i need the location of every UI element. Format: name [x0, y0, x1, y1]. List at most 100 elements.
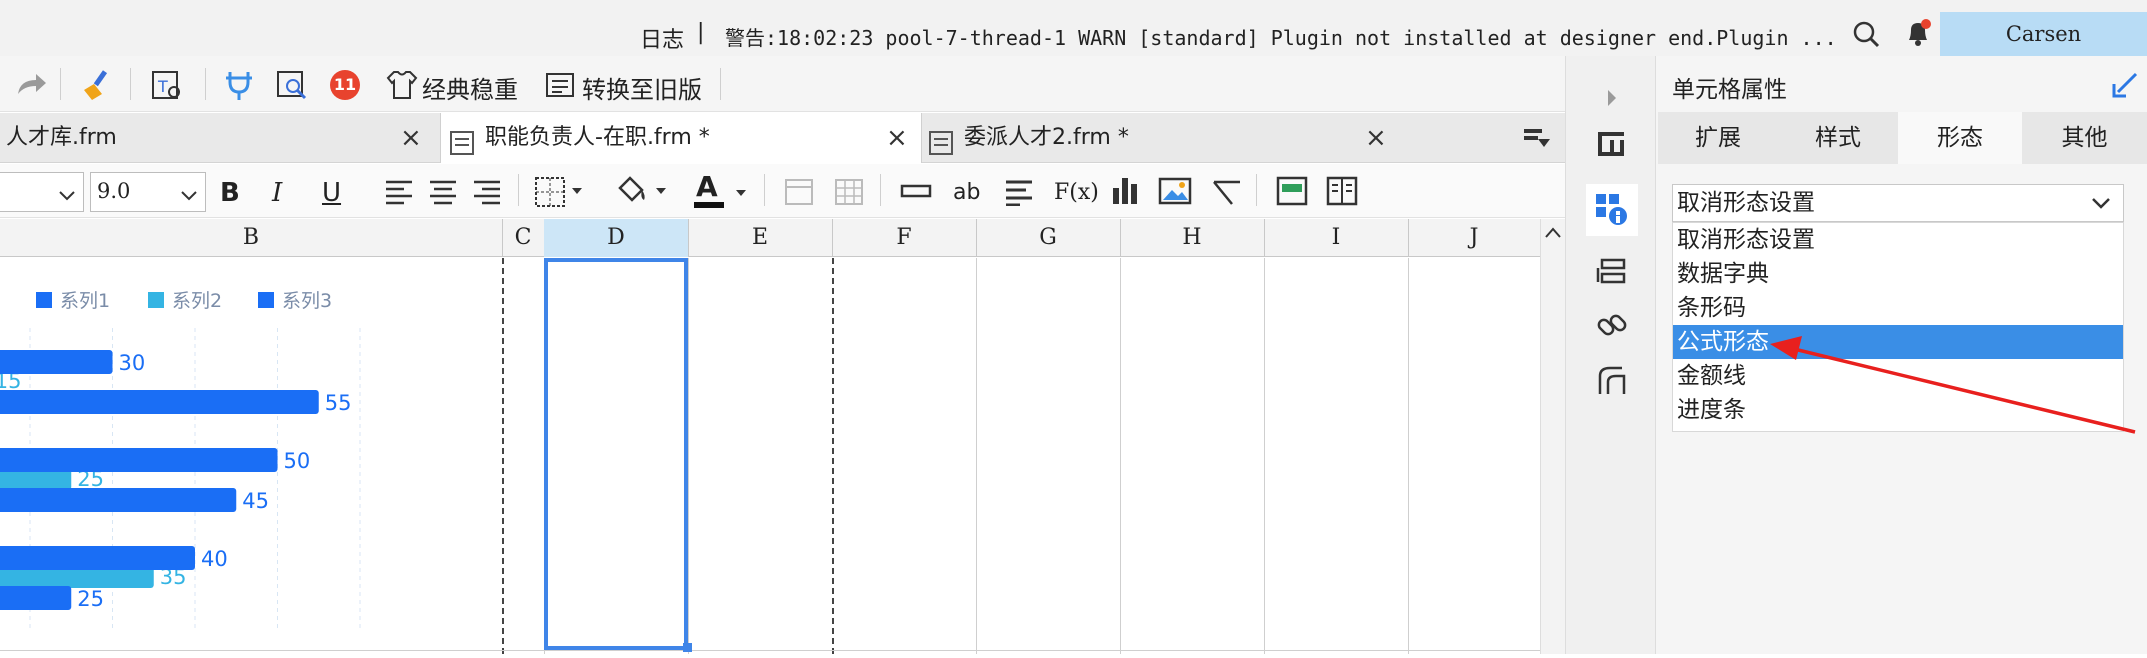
column-header-j[interactable]: J: [1408, 219, 1540, 257]
close-icon[interactable]: ×: [886, 113, 908, 163]
toolbar-divider: [880, 174, 881, 206]
font-family-select[interactable]: [0, 172, 84, 212]
file-tab-bar: 人才库.frm × 职能负责人-在职.frm * × 委派人才2.frm * ×: [0, 113, 1565, 163]
italic-button[interactable]: I: [272, 178, 282, 208]
insert-slash-icon[interactable]: [1210, 176, 1244, 210]
insert-formula-button[interactable]: F(x): [1054, 180, 1099, 205]
convert-to-old-label[interactable]: 转换至旧版: [582, 70, 702, 105]
chevron-down-icon: [179, 181, 199, 217]
warning-message[interactable]: 警告:18:02:23 pool-7-thread-1 WARN [standa…: [725, 22, 1837, 51]
hyperlink-icon[interactable]: [1594, 308, 1630, 344]
close-icon[interactable]: ×: [1365, 113, 1387, 163]
log-title[interactable]: 日志: [640, 22, 684, 54]
column-header-e[interactable]: E: [688, 219, 833, 257]
update-count-badge[interactable]: 11: [330, 70, 360, 100]
fill-color-icon[interactable]: [614, 174, 670, 212]
border-icon[interactable]: [534, 176, 586, 212]
align-right-icon[interactable]: [472, 178, 502, 210]
template-preview-icon[interactable]: T: [150, 68, 184, 102]
font-size-select[interactable]: 9.0: [90, 172, 206, 212]
toolbar-divider: [130, 68, 131, 100]
grid-line: [1120, 258, 1121, 654]
chart-bar: [0, 350, 113, 374]
insert-text-field-icon[interactable]: [900, 180, 932, 208]
widget-settings-icon[interactable]: [1594, 254, 1630, 290]
column-header-c[interactable]: C: [502, 219, 545, 257]
sub-report-icon[interactable]: [1276, 176, 1308, 210]
align-center-icon[interactable]: [428, 178, 458, 210]
search-icon[interactable]: [1852, 20, 1880, 48]
clipped-top-strip: [170, 0, 1470, 6]
legend-swatch: [36, 292, 52, 308]
underline-button[interactable]: U: [322, 178, 341, 208]
insert-chart-icon[interactable]: [1110, 176, 1142, 210]
data-label: 50: [284, 449, 311, 473]
search-template-icon[interactable]: [275, 68, 309, 102]
form-type-select[interactable]: 取消形态设置: [1672, 184, 2124, 222]
grid-line: [1408, 258, 1409, 654]
column-header-f[interactable]: F: [832, 219, 977, 257]
tab-weipai[interactable]: 委派人才2.frm * ×: [920, 113, 1400, 163]
column-header-g[interactable]: G: [976, 219, 1121, 257]
column-header-h[interactable]: H: [1120, 219, 1265, 257]
selected-cell-d[interactable]: [544, 258, 688, 650]
align-left-icon[interactable]: [384, 178, 414, 210]
tab-form[interactable]: 形态: [1898, 112, 2023, 164]
legend-label: 系列1: [60, 290, 110, 312]
insert-text-button[interactable]: ab: [953, 180, 980, 205]
column-header-i[interactable]: I: [1264, 219, 1409, 257]
column-header-row: B C D E F G H I J: [0, 219, 1565, 257]
freeze-pane-icon[interactable]: [784, 178, 814, 210]
cell-element-icon[interactable]: [1594, 126, 1630, 162]
grid-line: [1264, 258, 1265, 654]
format-painter-icon[interactable]: [80, 68, 114, 102]
tab-style[interactable]: 样式: [1778, 112, 1899, 164]
report-file-icon: [449, 125, 475, 155]
toolbar-divider: [764, 174, 765, 206]
pin-arrow-icon[interactable]: [2110, 70, 2140, 100]
bold-button[interactable]: B: [220, 178, 240, 208]
tab-other[interactable]: 其他: [2022, 112, 2147, 164]
chart-bar: [0, 586, 72, 610]
option-barcode[interactable]: 条形码: [1673, 291, 2123, 325]
toolbar-divider: [518, 174, 519, 206]
chart-boundary-line: [502, 258, 505, 654]
chart-bar: [0, 546, 195, 570]
vertical-scrollbar[interactable]: [1540, 219, 1565, 654]
option-cancel-form[interactable]: 取消形态设置: [1673, 223, 2123, 257]
condition-attribute-icon[interactable]: [1594, 362, 1630, 398]
chevron-up-icon[interactable]: [1542, 222, 1564, 244]
notification-bell-icon[interactable]: [1904, 18, 1932, 48]
data-label: 45: [242, 489, 269, 513]
plugin-icon[interactable]: [222, 68, 256, 102]
selection-fill-handle[interactable]: [683, 643, 692, 652]
merge-cells-icon[interactable]: [834, 178, 864, 210]
option-data-dictionary[interactable]: 数据字典: [1673, 257, 2123, 291]
chart-bar: [0, 390, 319, 414]
insert-image-icon[interactable]: [1158, 176, 1192, 210]
column-header-b[interactable]: B: [0, 219, 503, 257]
legend-swatch: [258, 292, 274, 308]
cell-attributes-icon[interactable]: [1586, 184, 1638, 236]
column-layout-icon[interactable]: [1326, 176, 1358, 210]
collapse-arrow-icon[interactable]: [1594, 80, 1630, 116]
chart-bar: [0, 448, 278, 472]
tab-rencaiku[interactable]: 人才库.frm ×: [0, 113, 440, 163]
redo-icon[interactable]: [14, 68, 48, 102]
tab-list-menu-icon[interactable]: [1520, 121, 1552, 153]
chevron-down-icon[interactable]: [2088, 190, 2114, 216]
column-header-d[interactable]: D: [544, 219, 689, 257]
rich-text-icon[interactable]: [1004, 178, 1034, 210]
tab-zhineng[interactable]: 职能负责人-在职.frm * ×: [440, 113, 922, 163]
chevron-down-icon: [57, 181, 77, 217]
page-break-line: [832, 258, 835, 654]
convert-icon[interactable]: [544, 68, 578, 102]
close-icon[interactable]: ×: [400, 113, 422, 163]
font-color-icon[interactable]: A: [694, 170, 754, 216]
classic-theme-label[interactable]: 经典稳重: [422, 70, 518, 105]
user-name[interactable]: Carsen: [1940, 12, 2147, 56]
theme-shirt-icon[interactable]: [384, 68, 418, 102]
tab-expand[interactable]: 扩展: [1658, 112, 1779, 164]
bar-chart[interactable]: 系列1 系列2 系列3 15 30 55 25 50 45 35 40 25: [0, 258, 500, 654]
grid-line: [976, 258, 977, 654]
